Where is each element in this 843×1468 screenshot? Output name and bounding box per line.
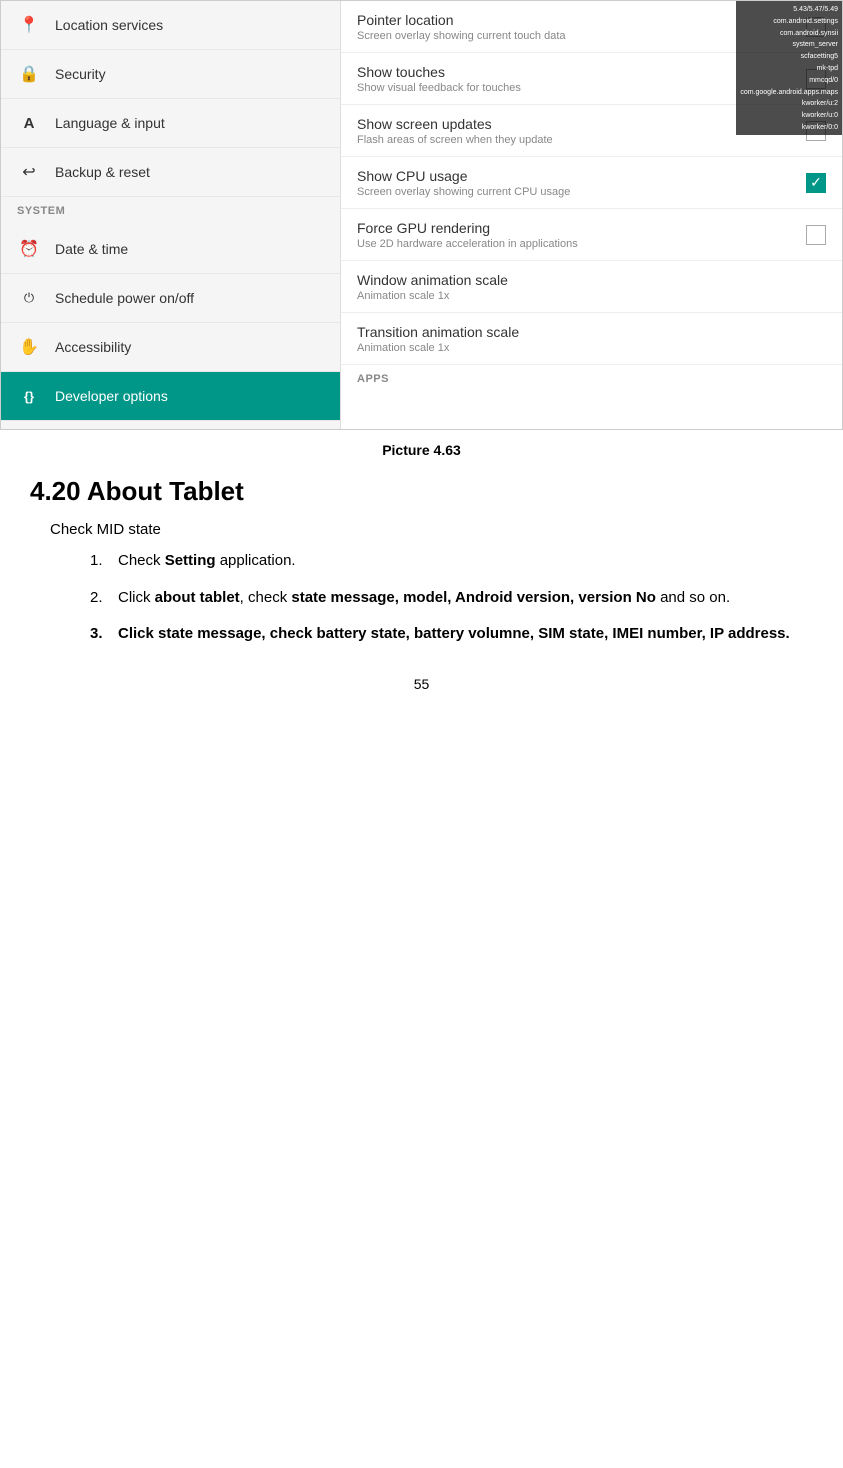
- sidebar-item-language-input[interactable]: A Language & input: [1, 99, 340, 148]
- transition-animation-scale-title: Transition animation scale: [357, 324, 826, 340]
- transition-animation-scale-subtitle: Animation scale 1x: [357, 342, 826, 354]
- sidebar-item-location-services[interactable]: 📍 Location services: [1, 1, 340, 50]
- sidebar-item-backup-reset[interactable]: ↩ Backup & reset: [1, 148, 340, 197]
- step-2: 2. Click about tablet, check state messa…: [90, 587, 813, 610]
- step-3: 3. Click state message, check battery st…: [90, 623, 813, 646]
- document-content: 4.20 About Tablet Check MID state 1. Che…: [0, 476, 843, 646]
- window-animation-scale-subtitle: Animation scale 1x: [357, 290, 826, 302]
- sidebar-item-schedule-power[interactable]: ⏻ Schedule power on/off: [1, 274, 340, 323]
- show-touches-subtitle: Show visual feedback for touches: [357, 82, 796, 94]
- show-cpu-usage-subtitle: Screen overlay showing current CPU usage: [357, 186, 796, 198]
- developer-icon: {}: [17, 384, 41, 408]
- window-animation-scale-title: Window animation scale: [357, 272, 826, 288]
- sidebar-item-label: Security: [55, 66, 106, 82]
- system-section-header: SYSTEM: [1, 197, 340, 225]
- sidebar-item-label: Date & time: [55, 241, 128, 257]
- apps-section-header: APPS: [341, 365, 842, 393]
- show-cpu-usage-title: Show CPU usage: [357, 168, 796, 184]
- sidebar-item-date-time[interactable]: ⏰ Date & time: [1, 225, 340, 274]
- backup-icon: ↩: [17, 160, 41, 184]
- pointer-location-title: Pointer location: [357, 12, 796, 28]
- language-icon: A: [17, 111, 41, 135]
- sidebar-item-security[interactable]: 🔒 Security: [1, 50, 340, 99]
- show-cpu-usage-item[interactable]: Show CPU usage Screen overlay showing cu…: [341, 157, 842, 209]
- sidebar-item-label: Location services: [55, 17, 163, 33]
- pointer-location-subtitle: Screen overlay showing current touch dat…: [357, 30, 796, 42]
- sidebar-item-label: Language & input: [55, 115, 165, 131]
- transition-animation-scale-item[interactable]: Transition animation scale Animation sca…: [341, 313, 842, 365]
- sidebar-item-label: Backup & reset: [55, 164, 150, 180]
- step-2-num: 2.: [90, 587, 118, 610]
- force-gpu-rendering-title: Force GPU rendering: [357, 220, 796, 236]
- page-number: 55: [0, 676, 843, 692]
- step-2-text: Click about tablet, check state message,…: [118, 587, 813, 610]
- sidebar-item-about-tablet[interactable]: ℹ About tablet: [1, 421, 340, 430]
- status-overlay: 5.43/5.47/5.49 com.android.settings com.…: [736, 1, 842, 135]
- show-screen-updates-title: Show screen updates: [357, 116, 796, 132]
- settings-sidebar: 📍 Location services 🔒 Security A Languag…: [1, 1, 341, 429]
- step-3-text: Click state message, check battery state…: [118, 623, 813, 646]
- step-1-text: Check Setting application.: [118, 550, 813, 573]
- step-1-num: 1.: [90, 550, 118, 573]
- intro-text: Check MID state: [50, 521, 813, 538]
- sidebar-item-label: Developer options: [55, 388, 168, 404]
- force-gpu-rendering-checkbox[interactable]: [806, 225, 826, 245]
- section-heading: 4.20 About Tablet: [30, 476, 813, 507]
- step-3-num: 3.: [90, 623, 118, 646]
- show-cpu-usage-checkbox[interactable]: ✓: [806, 173, 826, 193]
- lock-icon: 🔒: [17, 62, 41, 86]
- accessibility-icon: ✋: [17, 335, 41, 359]
- window-animation-scale-item[interactable]: Window animation scale Animation scale 1…: [341, 261, 842, 313]
- sidebar-item-label: Schedule power on/off: [55, 290, 194, 306]
- sidebar-item-label: Accessibility: [55, 339, 131, 355]
- picture-caption: Picture 4.63: [0, 442, 843, 458]
- show-screen-updates-subtitle: Flash areas of screen when they update: [357, 134, 796, 146]
- location-icon: 📍: [17, 13, 41, 37]
- steps-list: 1. Check Setting application. 2. Click a…: [90, 550, 813, 646]
- show-touches-title: Show touches: [357, 64, 796, 80]
- force-gpu-rendering-item[interactable]: Force GPU rendering Use 2D hardware acce…: [341, 209, 842, 261]
- content-panel: 5.43/5.47/5.49 com.android.settings com.…: [341, 1, 842, 429]
- step-1: 1. Check Setting application.: [90, 550, 813, 573]
- sidebar-item-developer-options[interactable]: {} Developer options: [1, 372, 340, 421]
- status-text: 5.43/5.47/5.49 com.android.settings com.…: [740, 6, 838, 131]
- sidebar-item-accessibility[interactable]: ✋ Accessibility: [1, 323, 340, 372]
- clock-icon: ⏰: [17, 237, 41, 261]
- force-gpu-rendering-subtitle: Use 2D hardware acceleration in applicat…: [357, 238, 796, 250]
- settings-screenshot: 📍 Location services 🔒 Security A Languag…: [0, 0, 843, 430]
- power-icon: ⏻: [17, 286, 41, 310]
